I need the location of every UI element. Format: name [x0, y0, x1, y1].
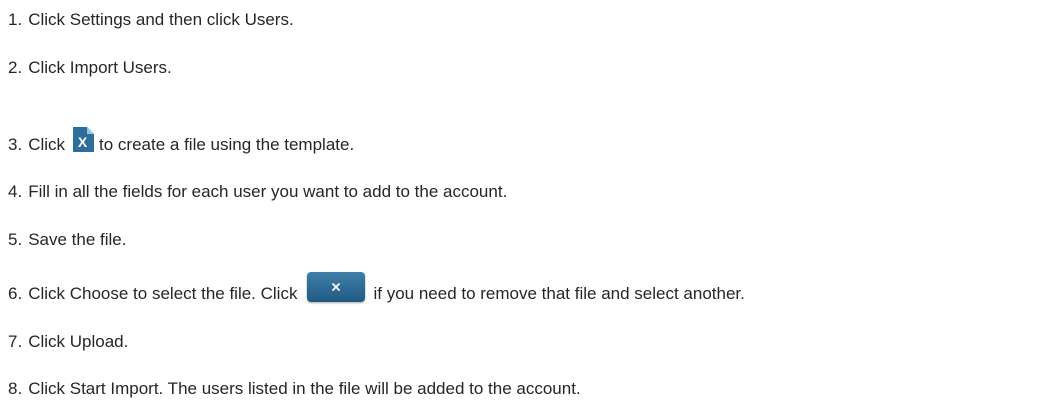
step-text: Click Start Import. The users listed in … — [28, 379, 581, 398]
step-number: 3. — [8, 135, 23, 154]
step-number: 6. — [8, 284, 23, 303]
step-7: 7. Click Upload. — [8, 330, 128, 354]
step-text: Click Upload. — [28, 332, 129, 351]
step-4: 4. Fill in all the fields for each user … — [8, 180, 507, 204]
step-8: 8. Click Start Import. The users listed … — [8, 377, 581, 401]
step-number: 2. — [8, 58, 23, 77]
step-3: 3. Click X to create a file using the te… — [8, 126, 355, 157]
close-icon — [332, 283, 341, 291]
step-number: 4. — [8, 182, 23, 201]
step-text: Save the file. — [28, 230, 127, 249]
remove-file-button[interactable] — [307, 272, 366, 302]
step-text: Fill in all the fields for each user you… — [28, 182, 508, 201]
step-text-before: Click Choose to select the file. Click — [28, 284, 298, 303]
step-number: 8. — [8, 379, 23, 398]
step-number: 1. — [8, 10, 23, 29]
step-text: Click Import Users. — [28, 58, 172, 77]
step-1: 1. Click Settings and then click Users. — [8, 8, 294, 32]
step-number: 7. — [8, 332, 23, 351]
step-5: 5. Save the file. — [8, 228, 126, 252]
step-number: 5. — [8, 230, 23, 249]
excel-file-icon[interactable]: X — [71, 126, 95, 153]
step-text: Click Settings and then click Users. — [28, 10, 294, 29]
step-text-after: if you need to remove that file and sele… — [373, 284, 745, 303]
step-text-before: Click — [28, 135, 66, 154]
svg-text:X: X — [78, 134, 88, 150]
step-2: 2. Click Import Users. — [8, 56, 172, 80]
step-6: 6. Click Choose to select the file. Clic… — [8, 272, 745, 306]
step-text-after: to create a file using the template. — [99, 135, 355, 154]
